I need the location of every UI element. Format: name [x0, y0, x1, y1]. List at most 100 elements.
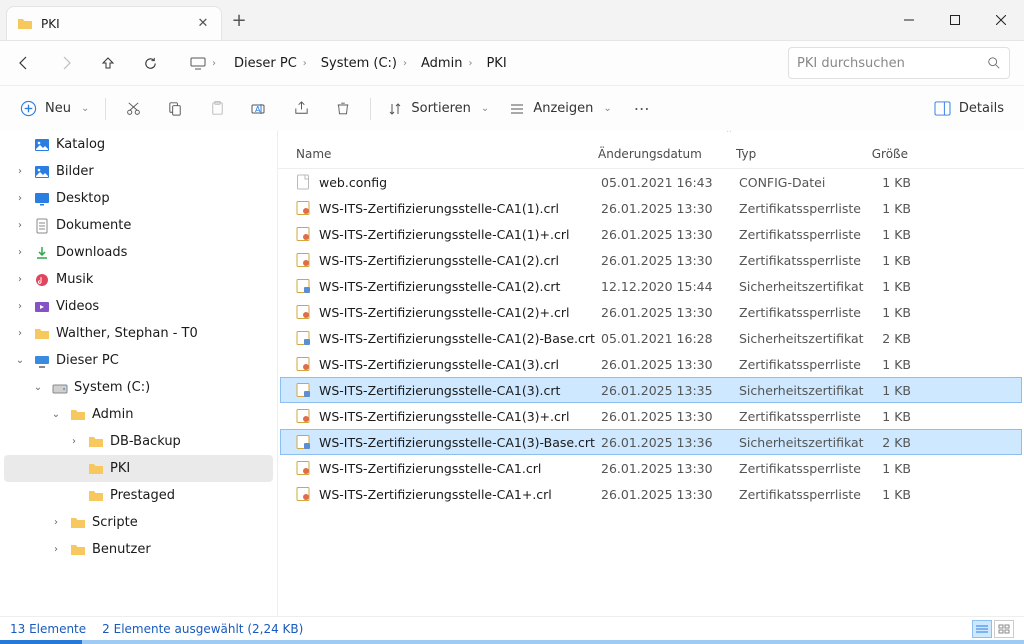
copy-button[interactable]: [156, 92, 194, 126]
nav-tree[interactable]: Katalog›Bilder›Desktop›Dokumente›Downloa…: [0, 131, 278, 616]
tree-item-icon: [34, 218, 50, 234]
tree-item-label: Dieser PC: [56, 353, 273, 368]
tree-item[interactable]: ›Desktop: [4, 185, 273, 212]
file-row[interactable]: WS-ITS-Zertifizierungsstelle-CA1(3).crt2…: [280, 377, 1022, 403]
delete-button[interactable]: [324, 92, 362, 126]
file-row[interactable]: WS-ITS-Zertifizierungsstelle-CA1(1).crl2…: [280, 195, 1022, 221]
details-pane-icon: [934, 101, 951, 116]
file-type: Sicherheitszertifikat: [739, 279, 857, 294]
tree-caret-icon[interactable]: ›: [12, 274, 28, 285]
tree-item[interactable]: PKI: [4, 455, 273, 482]
breadcrumb-segment[interactable]: System (C:)›: [315, 49, 413, 77]
tree-item[interactable]: ⌄Admin: [4, 401, 273, 428]
details-view-icon[interactable]: [972, 620, 992, 638]
file-row[interactable]: WS-ITS-Zertifizierungsstelle-CA1(3).crl2…: [280, 351, 1022, 377]
rename-button[interactable]: A: [240, 92, 278, 126]
file-date: 26.01.2025 13:30: [601, 227, 739, 242]
file-size: 1 KB: [857, 461, 921, 476]
file-icon: [295, 408, 311, 424]
column-type[interactable]: Typ: [736, 147, 854, 161]
tree-caret-icon[interactable]: ›: [12, 328, 28, 339]
new-button[interactable]: Neu ⌄: [12, 92, 97, 126]
breadcrumb[interactable]: Dieser PC›System (C:)›Admin›PKI: [224, 47, 786, 79]
window-tab[interactable]: PKI ✕: [6, 6, 222, 40]
file-row[interactable]: WS-ITS-Zertifizierungsstelle-CA1(3)-Base…: [280, 429, 1022, 455]
share-button[interactable]: [282, 92, 320, 126]
back-button[interactable]: [4, 43, 44, 83]
file-icon: [295, 200, 311, 216]
tree-item[interactable]: ›Musik: [4, 266, 273, 293]
tree-item[interactable]: Prestaged: [4, 482, 273, 509]
file-row[interactable]: WS-ITS-Zertifizierungsstelle-CA1(2)-Base…: [280, 325, 1022, 351]
details-pane-button[interactable]: Details: [926, 92, 1012, 126]
tree-item[interactable]: ›Videos: [4, 293, 273, 320]
tree-caret-icon[interactable]: ⌄: [30, 382, 46, 393]
tree-item[interactable]: ⌄System (C:): [4, 374, 273, 401]
view-button[interactable]: Anzeigen ⌄: [501, 92, 619, 126]
tree-item[interactable]: ⌄ Dieser PC: [4, 347, 273, 374]
tree-item[interactable]: › Downloads: [4, 239, 273, 266]
tree-caret-icon[interactable]: ⌄: [48, 409, 64, 420]
file-row[interactable]: WS-ITS-Zertifizierungsstelle-CA1.crl26.0…: [280, 455, 1022, 481]
file-type: Zertifikatssperrliste: [739, 201, 857, 216]
file-row[interactable]: WS-ITS-Zertifizierungsstelle-CA1(2).crl2…: [280, 247, 1022, 273]
minimize-button[interactable]: [886, 0, 932, 40]
tree-item-label: Dokumente: [56, 218, 273, 233]
refresh-button[interactable]: [130, 43, 170, 83]
tree-item[interactable]: ›DB-Backup: [4, 428, 273, 455]
tree-item-icon: [70, 542, 86, 558]
column-date[interactable]: Änderungsdatum: [598, 147, 736, 161]
breadcrumb-segment[interactable]: Admin›: [415, 49, 478, 77]
tree-caret-icon[interactable]: ›: [12, 247, 28, 258]
chevron-down-icon: ⌄: [481, 103, 489, 114]
tree-caret-icon[interactable]: ›: [12, 166, 28, 177]
details-pane-label: Details: [959, 101, 1004, 116]
new-tab-button[interactable]: +: [222, 10, 256, 31]
up-button[interactable]: [88, 43, 128, 83]
tree-item[interactable]: ›Bilder: [4, 158, 273, 185]
tree-caret-icon[interactable]: ⌄: [12, 355, 28, 366]
tree-caret-icon[interactable]: ›: [48, 544, 64, 555]
overflow-button[interactable]: ⋯: [624, 92, 662, 126]
sort-button[interactable]: Sortieren ⌄: [379, 92, 497, 126]
tree-caret-icon[interactable]: ›: [66, 436, 82, 447]
tree-caret-icon[interactable]: ›: [12, 220, 28, 231]
file-row[interactable]: WS-ITS-Zertifizierungsstelle-CA1(1)+.crl…: [280, 221, 1022, 247]
breadcrumb-root[interactable]: ›: [184, 49, 222, 77]
tree-item-icon: [70, 407, 86, 423]
file-size: 2 KB: [857, 331, 921, 346]
thumbnails-view-icon[interactable]: [994, 620, 1014, 638]
tree-item[interactable]: Katalog: [4, 131, 273, 158]
file-row[interactable]: WS-ITS-Zertifizierungsstelle-CA1(3)+.crl…: [280, 403, 1022, 429]
forward-button[interactable]: [46, 43, 86, 83]
column-headers[interactable]: Name Änderungsdatum Typ Größe: [278, 139, 1024, 169]
maximize-button[interactable]: [932, 0, 978, 40]
breadcrumb-segment[interactable]: PKI: [480, 49, 512, 77]
tab-close-button[interactable]: ✕: [195, 16, 211, 32]
tree-item[interactable]: ›Scripte: [4, 509, 273, 536]
tree-caret-icon[interactable]: ›: [12, 193, 28, 204]
column-size[interactable]: Größe: [854, 147, 918, 161]
tree-caret-icon[interactable]: ›: [12, 301, 28, 312]
pc-icon: [190, 55, 206, 71]
view-toggle[interactable]: [972, 620, 1014, 638]
tree-caret-icon[interactable]: ›: [48, 517, 64, 528]
file-row[interactable]: WS-ITS-Zertifizierungsstelle-CA1(2).crt1…: [280, 273, 1022, 299]
file-name: WS-ITS-Zertifizierungsstelle-CA1(3)+.crl: [319, 409, 570, 424]
file-row[interactable]: web.config05.01.2021 16:43CONFIG-Datei1 …: [280, 169, 1022, 195]
breadcrumb-segment[interactable]: Dieser PC›: [228, 49, 313, 77]
tree-item[interactable]: › Dokumente: [4, 212, 273, 239]
file-list[interactable]: web.config05.01.2021 16:43CONFIG-Datei1 …: [278, 169, 1024, 616]
tree-item-icon: [34, 191, 50, 207]
close-window-button[interactable]: [978, 0, 1024, 40]
file-row[interactable]: WS-ITS-Zertifizierungsstelle-CA1+.crl26.…: [280, 481, 1022, 507]
paste-button[interactable]: [198, 92, 236, 126]
tree-item[interactable]: ›Walther, Stephan - T0: [4, 320, 273, 347]
tree-item[interactable]: ›Benutzer: [4, 536, 273, 563]
file-row[interactable]: WS-ITS-Zertifizierungsstelle-CA1(2)+.crl…: [280, 299, 1022, 325]
search-field[interactable]: PKI durchsuchen: [788, 47, 1010, 79]
column-name[interactable]: Name: [278, 147, 598, 161]
tree-item-label: Downloads: [56, 245, 273, 260]
file-date: 26.01.2025 13:30: [601, 253, 739, 268]
cut-button[interactable]: [114, 92, 152, 126]
